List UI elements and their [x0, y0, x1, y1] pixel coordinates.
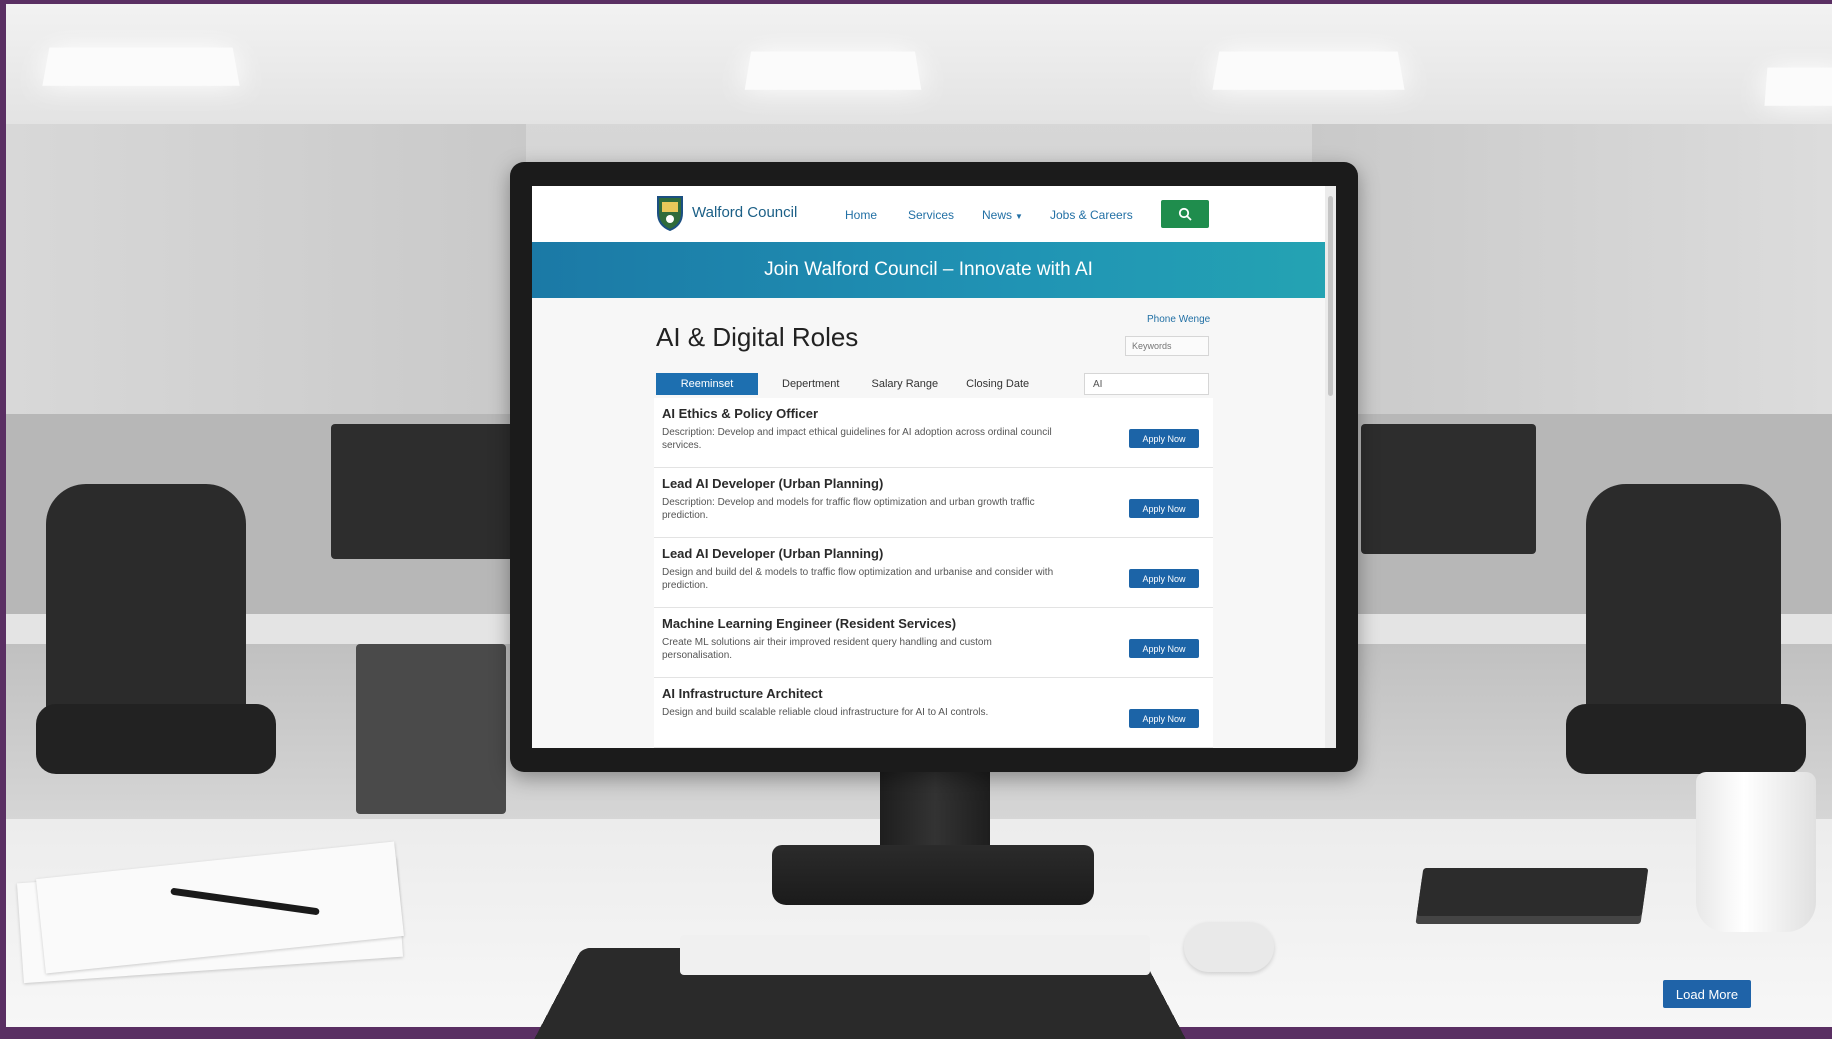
ceiling-light: [42, 47, 240, 86]
nav-news-label: News: [982, 208, 1013, 222]
ceiling-light: [1764, 67, 1832, 106]
monitor-screen: Walford Council Home Services News ▼ Jobs…: [532, 186, 1336, 748]
wall: [1312, 124, 1832, 424]
scrollbar[interactable]: [1325, 186, 1336, 748]
banner-title: Join Walford Council – Innovate with AI: [764, 259, 1093, 280]
filter-tabs: Reeminset Depertment Salary Range Closin…: [656, 373, 1041, 395]
nav-news[interactable]: News ▼: [982, 208, 1023, 222]
nav-home[interactable]: Home: [845, 208, 877, 222]
search-icon: [1178, 207, 1192, 221]
apply-now-button[interactable]: Apply Now: [1129, 429, 1199, 448]
roles-list: AI Ethics & Policy Officer Description: …: [654, 398, 1213, 748]
search-button[interactable]: [1161, 200, 1209, 228]
tab-reeminset[interactable]: Reeminset: [656, 373, 758, 395]
brand-name[interactable]: Walford Council: [692, 204, 797, 221]
office-chair: [46, 484, 246, 734]
monitor-stand-base: [772, 845, 1094, 905]
filter-link[interactable]: Phone Wenge: [1147, 314, 1210, 325]
page-title: AI & Digital Roles: [656, 322, 859, 352]
monitor-stand: [880, 770, 990, 850]
wall: [6, 124, 526, 424]
office-chair-seat: [36, 704, 276, 774]
role-description: Design and build scalable reliable cloud…: [662, 707, 989, 718]
ceiling-light: [1212, 51, 1405, 90]
ceiling-light: [744, 51, 922, 90]
hero-banner: Join Walford Council – Innovate with AI: [532, 242, 1325, 298]
site-header: Walford Council Home Services News ▼ Jobs…: [532, 186, 1336, 242]
filing-cabinet: [356, 644, 506, 814]
nav-jobs-careers[interactable]: Jobs & Careers: [1050, 208, 1133, 222]
role-title[interactable]: AI Infrastructure Architect: [662, 686, 823, 701]
apply-now-button[interactable]: Apply Now: [1129, 639, 1199, 658]
tab-closing-date[interactable]: Closing Date: [950, 373, 1041, 395]
list-item: Machine Learning Engineer (Resident Serv…: [654, 608, 1213, 678]
apply-now-button[interactable]: Apply Now: [1129, 709, 1199, 728]
keyboard-keys: [680, 935, 1150, 975]
role-description: Description: Develop and models for traf…: [662, 497, 1035, 521]
ceiling: [6, 4, 1832, 124]
background-monitor: [331, 424, 521, 559]
role-description: Design and build del & models to traffic…: [662, 567, 1054, 591]
list-item: AI Infrastructure Architect Design and b…: [654, 678, 1213, 748]
list-item: AI Ethics & Policy Officer Description: …: [654, 398, 1213, 468]
role-title[interactable]: Lead AI Developer (Urban Planning): [662, 546, 883, 561]
role-description: Description: Develop and impact ethical …: [662, 427, 1052, 451]
chevron-down-icon: ▼: [1015, 212, 1023, 221]
office-chair-seat: [1566, 704, 1806, 774]
load-more-button[interactable]: Load More: [1663, 980, 1751, 1008]
apply-now-button[interactable]: Apply Now: [1129, 499, 1199, 518]
tab-department[interactable]: Depertment: [758, 373, 851, 395]
nav-services[interactable]: Services: [908, 208, 954, 222]
office-chair: [1586, 484, 1781, 734]
role-title[interactable]: Lead AI Developer (Urban Planning): [662, 476, 883, 491]
list-item: Lead AI Developer (Urban Planning) Desig…: [654, 538, 1213, 608]
role-filter-input[interactable]: [1084, 373, 1209, 395]
apply-now-button[interactable]: Apply Now: [1129, 569, 1199, 588]
coffee-cup: [1696, 772, 1816, 932]
tab-salary-range[interactable]: Salary Range: [851, 373, 950, 395]
notebook: [1416, 868, 1649, 916]
background-monitor: [1361, 424, 1536, 554]
role-title[interactable]: Machine Learning Engineer (Resident Serv…: [662, 616, 956, 631]
keyword-search-input[interactable]: [1125, 336, 1209, 356]
scrollbar-thumb[interactable]: [1328, 196, 1333, 396]
list-item: Lead AI Developer (Urban Planning) Descr…: [654, 468, 1213, 538]
computer-mouse: [1184, 922, 1274, 972]
role-description: Create ML solutions air their improved r…: [662, 637, 992, 661]
council-crest-icon: [657, 196, 683, 231]
role-title[interactable]: AI Ethics & Policy Officer: [662, 406, 818, 421]
